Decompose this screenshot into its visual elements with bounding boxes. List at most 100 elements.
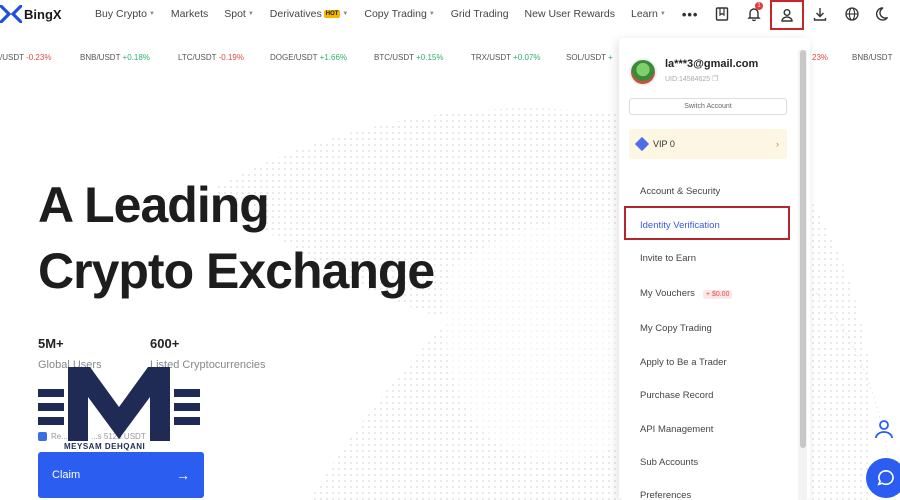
ticker-change: +1.66% (319, 52, 348, 62)
nav-label: Spot (224, 8, 246, 20)
ticker-pair: TRX/USDT (471, 52, 511, 62)
nav-label: Markets (170, 8, 209, 20)
menu-apply-trader[interactable]: Apply to Be a Trader (640, 357, 727, 368)
user-icon (781, 9, 793, 22)
ticker-change: +0.15% (416, 52, 444, 62)
moon-icon (876, 7, 889, 21)
bingx-logo-mark-icon (0, 5, 22, 23)
ticker-change: 23% (812, 52, 829, 62)
hot-badge: HOT (323, 10, 341, 18)
ticker-item[interactable]: DOGE/USDT +1.66% (270, 53, 347, 62)
ticker-item[interactable]: TRX/USDT +0.07% (471, 53, 540, 62)
nav-markets[interactable]: Markets (171, 8, 208, 20)
orders-icon (715, 7, 729, 21)
menu-item-label: My Vouchers (640, 288, 695, 299)
ticker-item[interactable]: 23% (812, 53, 828, 62)
nav-buy-crypto[interactable]: Buy Crypto ▼ (95, 8, 155, 20)
chat-support-button[interactable] (866, 458, 900, 498)
ticker-pair: BNB/USDT (852, 52, 893, 62)
ticker-item[interactable]: LTC/USDT -0.19% (178, 53, 244, 62)
vip-level-card[interactable]: VIP 0 › (629, 129, 787, 159)
nav-label: Buy Crypto (95, 8, 147, 20)
nav-label: Grid Trading (450, 8, 509, 20)
ticker-pair: SOL/USDT (566, 52, 606, 62)
brand-name: BingX (24, 6, 62, 22)
nav-label: New User Rewards (524, 8, 615, 20)
top-navigation: BingX Buy Crypto ▼ Markets Spot ▼ Derivati… (0, 0, 900, 30)
nav-new-user-rewards[interactable]: New User Rewards (525, 8, 615, 20)
orders-button[interactable] (706, 0, 738, 28)
nav-label: Copy Trading (364, 8, 427, 20)
globe-icon (845, 7, 859, 21)
hero-title-line-1: A Leading (38, 177, 270, 233)
user-account-button[interactable] (770, 0, 804, 30)
bingx-logo[interactable]: BingX (0, 5, 80, 23)
ticker-change: +0.07% (513, 52, 541, 62)
uid-text: UID:14584625 (665, 76, 711, 83)
menu-invite-to-earn[interactable]: Invite to Earn (640, 253, 696, 264)
ticker-pair: /USDT (0, 52, 24, 62)
account-email: la***3@gmail.com (665, 58, 759, 70)
ticker-item[interactable]: BTC/USDT +0.15% (374, 53, 443, 62)
stat-global-users: 5M+ Global Users (38, 336, 102, 371)
chevron-down-icon: ▼ (247, 11, 254, 17)
chevron-down-icon: ▼ (659, 11, 666, 17)
nav-copy-trading[interactable]: Copy Trading ▼ (364, 8, 434, 20)
chevron-down-icon: ▼ (342, 11, 349, 17)
main-menu: Buy Crypto ▼ Markets Spot ▼ Derivatives HOT… (95, 7, 714, 22)
watermark-logo (38, 367, 200, 441)
menu-account-security[interactable]: Account & Security (640, 186, 720, 197)
stat-listed-cryptos: 600+ Listed Cryptocurrencies (150, 336, 266, 371)
ticker-pair: BTC/USDT (374, 52, 414, 62)
scrollbar-thumb[interactable] (800, 50, 806, 448)
highlight-box (624, 206, 790, 240)
ticker-item[interactable]: BNB/USDT (852, 53, 892, 62)
chevron-down-icon: ▼ (428, 11, 435, 17)
claim-label: Claim (52, 469, 81, 481)
watermark-text: MEYSAM DEHQANI (62, 442, 148, 451)
ticker-change: +0.18% (122, 52, 150, 62)
nav-label: Derivatives (269, 8, 322, 20)
chevron-right-icon: › (776, 139, 779, 149)
ticker-item[interactable]: BNB/USDT +0.18% (80, 53, 150, 62)
stat-value: 600+ (150, 336, 180, 351)
download-button[interactable] (804, 0, 836, 28)
nav-grid-trading[interactable]: Grid Trading (451, 8, 509, 20)
menu-api-management[interactable]: API Management (640, 424, 713, 435)
ticker-pair: DOGE/USDT (270, 52, 318, 62)
chat-bubble-icon (877, 469, 894, 486)
stat-value: 5M+ (38, 336, 64, 351)
ticker-change: -0.19% (218, 52, 244, 62)
ticker-item[interactable]: SOL/USDT + (566, 53, 613, 62)
diamond-icon (634, 136, 650, 152)
account-uid: UID:14584625 ❐ (665, 75, 718, 83)
arrow-right-icon: → (176, 467, 190, 483)
ticker-pair: LTC/USDT (178, 52, 217, 62)
language-button[interactable] (836, 0, 868, 28)
nav-spot[interactable]: Spot ▼ (224, 8, 254, 20)
notification-count-badge: 1 (755, 2, 763, 10)
notifications-button[interactable]: 1 (738, 0, 770, 28)
claim-button[interactable]: Claim → (38, 452, 204, 498)
copy-icon[interactable]: ❐ (712, 76, 718, 83)
ticker-pair: BNB/USDT (80, 52, 121, 62)
ticker-change: + (608, 52, 613, 62)
theme-toggle-button[interactable] (868, 0, 900, 28)
support-agent-icon[interactable] (873, 418, 895, 440)
hero-title: A Leading Crypto Exchange (38, 172, 435, 304)
menu-my-copy-trading[interactable]: My Copy Trading (640, 323, 712, 334)
menu-preferences[interactable]: Preferences (640, 490, 691, 500)
avatar[interactable] (629, 58, 657, 86)
chevron-down-icon: ▼ (148, 11, 155, 17)
vip-label: VIP 0 (653, 139, 675, 149)
more-menu-button[interactable]: ••• (682, 7, 699, 22)
header-actions: 1 (706, 0, 900, 30)
menu-purchase-record[interactable]: Purchase Record (640, 390, 713, 401)
switch-account-button[interactable]: Switch Account (629, 98, 787, 115)
ticker-item[interactable]: /USDT -0.23% (0, 53, 51, 62)
nav-derivatives[interactable]: Derivatives HOT ▼ (270, 8, 349, 20)
nav-learn[interactable]: Learn ▼ (631, 8, 666, 20)
menu-my-vouchers[interactable]: My Vouchers + $0.00 (640, 288, 733, 299)
hero-title-line-2: Crypto Exchange (38, 243, 435, 299)
menu-sub-accounts[interactable]: Sub Accounts (640, 457, 698, 468)
